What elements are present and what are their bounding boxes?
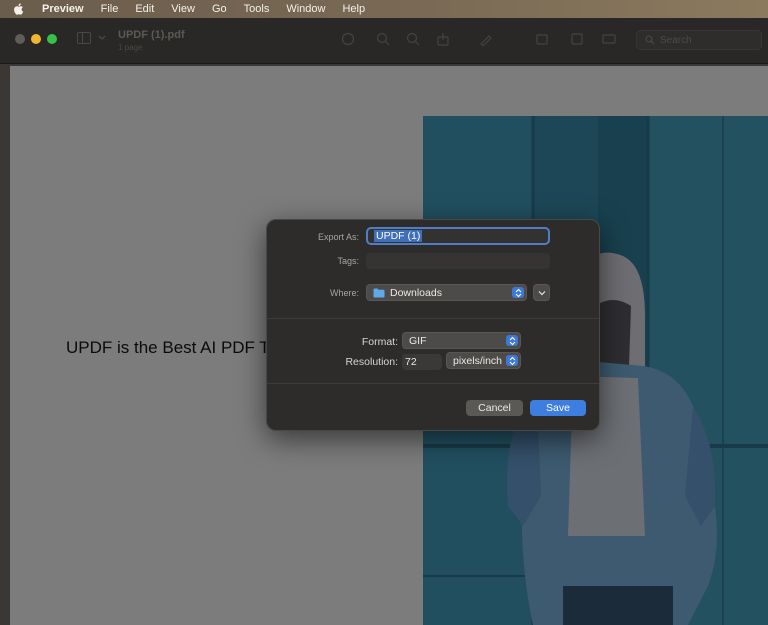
- info-icon[interactable]: [341, 32, 355, 46]
- search-input[interactable]: Search: [636, 30, 762, 50]
- apple-logo-icon[interactable]: [12, 2, 26, 16]
- chevron-down-icon: [538, 290, 545, 295]
- menu-file[interactable]: File: [101, 0, 119, 18]
- resolution-unit-popup[interactable]: pixels/inch: [446, 352, 521, 369]
- dialog-divider: [267, 318, 599, 319]
- crop-icon[interactable]: [570, 32, 584, 46]
- rotate-icon[interactable]: [535, 32, 549, 46]
- dialog-divider: [267, 383, 599, 384]
- close-window-button[interactable]: [15, 34, 25, 44]
- window-toolbar: UPDF (1).pdf 1 page Search: [0, 18, 768, 64]
- menu-go[interactable]: Go: [212, 0, 227, 18]
- resolution-label: Resolution:: [345, 356, 398, 368]
- export-dialog: Export As: UPDF (1) Tags: Where: Downloa…: [266, 219, 600, 431]
- form-fill-icon[interactable]: [602, 32, 616, 46]
- search-placeholder: Search: [660, 34, 692, 46]
- search-icon: [645, 35, 655, 45]
- chevron-down-icon[interactable]: [97, 32, 107, 42]
- format-label: Format:: [361, 336, 398, 348]
- where-value: Downloads: [390, 286, 442, 299]
- menu-tools[interactable]: Tools: [244, 0, 270, 18]
- updown-chevron-icon: [506, 355, 518, 366]
- export-name-field[interactable]: UPDF (1): [366, 227, 550, 245]
- menu-window[interactable]: Window: [286, 0, 325, 18]
- tags-label: Tags:: [337, 256, 359, 266]
- resolution-unit-value: pixels/inch: [453, 354, 503, 367]
- menu-bar: Preview File Edit View Go Tools Window H…: [0, 0, 768, 18]
- sidebar-icon[interactable]: [77, 32, 91, 44]
- format-popup[interactable]: GIF: [402, 332, 521, 349]
- where-popup[interactable]: Downloads: [366, 284, 527, 301]
- zoom-in-icon[interactable]: [406, 32, 420, 46]
- markup-pen-icon[interactable]: [479, 32, 493, 46]
- resolution-input[interactable]: 72: [402, 354, 442, 370]
- where-label: Where:: [329, 288, 359, 298]
- updown-chevron-icon: [506, 335, 518, 346]
- document-page-count: 1 page: [118, 43, 143, 52]
- expand-browser-button[interactable]: [533, 284, 550, 301]
- folder-icon: [373, 288, 385, 297]
- document-title: UPDF (1).pdf: [118, 29, 185, 41]
- format-value: GIF: [409, 334, 427, 347]
- updown-chevron-icon: [512, 287, 524, 298]
- share-icon[interactable]: [436, 32, 450, 46]
- menu-preview[interactable]: Preview: [42, 0, 84, 18]
- export-name-value: UPDF (1): [374, 230, 423, 242]
- menu-view[interactable]: View: [171, 0, 195, 18]
- cancel-button[interactable]: Cancel: [466, 400, 523, 416]
- menu-help[interactable]: Help: [342, 0, 365, 18]
- export-as-label: Export As:: [317, 232, 359, 242]
- minimize-window-button[interactable]: [31, 34, 41, 44]
- zoom-out-icon[interactable]: [376, 32, 390, 46]
- menu-edit[interactable]: Edit: [135, 0, 154, 18]
- tags-field[interactable]: [366, 253, 550, 269]
- page-heading-text: UPDF is the Best AI PDF T: [66, 338, 270, 357]
- save-button[interactable]: Save: [530, 400, 586, 416]
- zoom-window-button[interactable]: [47, 34, 57, 44]
